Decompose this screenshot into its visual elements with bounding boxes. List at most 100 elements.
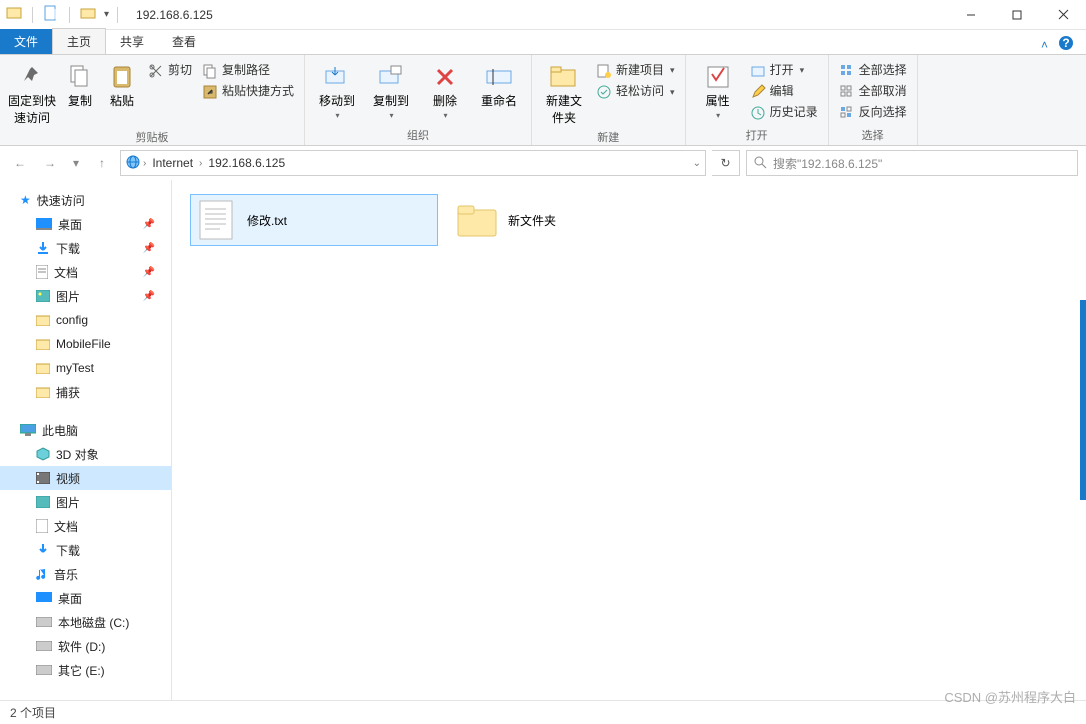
copy-button[interactable]: 复制: [62, 59, 98, 110]
invert-button[interactable]: 反向选择: [837, 103, 909, 122]
group-open-label: 打开: [694, 125, 820, 143]
recent-dropdown[interactable]: ▾: [68, 151, 84, 175]
pictures-icon: [36, 496, 50, 508]
ribbon: 固定到快速访问 复制 粘贴 剪切 复制路径 粘贴快捷方式 剪贴板: [0, 54, 1086, 146]
sidebar-3dobjects[interactable]: 3D 对象: [0, 442, 171, 466]
folder-icon: [456, 199, 498, 241]
pasteshortcut-button[interactable]: 粘贴快捷方式: [200, 82, 296, 101]
delete-button[interactable]: 删除▾: [421, 59, 469, 121]
sidebar-pictures[interactable]: 图片📌: [0, 284, 171, 308]
sidebar-disk-e[interactable]: 其它 (E:): [0, 658, 171, 682]
drive-icon: [36, 617, 52, 627]
sidebar-disk-c[interactable]: 本地磁盘 (C:): [0, 610, 171, 634]
search-input[interactable]: 搜索"192.168.6.125": [746, 150, 1078, 176]
pin-to-quick-button[interactable]: 固定到快速访问: [8, 59, 56, 127]
edit-icon: [750, 84, 766, 100]
help-icon[interactable]: ?: [1058, 35, 1074, 54]
sidebar-documents2[interactable]: 文档: [0, 514, 171, 538]
open-icon: [750, 63, 766, 79]
paste-icon: [109, 64, 135, 90]
document-icon: [36, 265, 48, 279]
copy-icon: [67, 64, 93, 90]
file-item-txt[interactable]: 修改.txt: [190, 194, 438, 246]
file-item-folder[interactable]: 新文件夹: [452, 194, 700, 246]
newitem-icon: [596, 63, 612, 79]
pin-icon: 📌: [143, 219, 155, 230]
sidebar-mobilefile[interactable]: MobileFile: [0, 332, 171, 356]
star-icon: ★: [20, 193, 31, 207]
music-icon: [36, 567, 48, 581]
edit-button[interactable]: 编辑: [748, 82, 820, 101]
moveto-button[interactable]: 移动到▾: [313, 59, 361, 121]
rename-label: 重命名: [481, 93, 517, 110]
copyto-button[interactable]: 复制到▾: [367, 59, 415, 121]
sidebar-capture[interactable]: 捕获: [0, 380, 171, 404]
navigation-pane[interactable]: ★快速访问 桌面📌 下载📌 文档📌 图片📌 config MobileFile …: [0, 180, 172, 700]
refresh-button[interactable]: ↻: [712, 150, 740, 176]
properties-button[interactable]: 属性▾: [694, 59, 742, 121]
copyto-label: 复制到: [373, 93, 409, 110]
ribbon-tabs: 文件 主页 共享 查看 ˄ ?: [0, 30, 1086, 54]
tab-view[interactable]: 查看: [158, 29, 210, 54]
sidebar-desktop2[interactable]: 桌面: [0, 586, 171, 610]
tab-home[interactable]: 主页: [52, 28, 106, 54]
sidebar-videos[interactable]: 视频: [0, 466, 171, 490]
title-bar: ▾ 192.168.6.125: [0, 0, 1086, 30]
address-dropdown-icon[interactable]: ⌄: [693, 158, 701, 169]
selectnone-button[interactable]: 全部取消: [837, 82, 909, 101]
qat-sep2: [69, 7, 70, 23]
copypath-button[interactable]: 复制路径: [200, 61, 296, 80]
group-organize-label: 组织: [313, 125, 523, 143]
address-bar[interactable]: › Internet › 192.168.6.125 ⌄: [120, 150, 706, 176]
window-title: 192.168.6.125: [136, 8, 213, 22]
tab-file[interactable]: 文件: [0, 29, 52, 54]
invert-icon: [839, 105, 855, 121]
maximize-button[interactable]: [994, 0, 1040, 30]
history-button[interactable]: 历史记录: [748, 103, 820, 122]
app-icon: [6, 5, 22, 24]
folder-icon: [36, 314, 50, 326]
newitem-button[interactable]: 新建项目▾: [594, 61, 677, 80]
sidebar-downloads2[interactable]: 下载: [0, 538, 171, 562]
close-button[interactable]: [1040, 0, 1086, 30]
crumb-ip[interactable]: 192.168.6.125: [204, 154, 289, 172]
qat-newfolder-icon[interactable]: [80, 5, 96, 24]
sidebar-downloads[interactable]: 下载📌: [0, 236, 171, 260]
chevron-icon[interactable]: ›: [199, 158, 202, 169]
minimize-button[interactable]: [948, 0, 994, 30]
sidebar-desktop[interactable]: 桌面📌: [0, 212, 171, 236]
rename-icon: [485, 67, 513, 87]
selectall-button[interactable]: 全部选择: [837, 61, 909, 80]
crumb-internet[interactable]: Internet: [148, 154, 197, 172]
sidebar-documents[interactable]: 文档📌: [0, 260, 171, 284]
document-icon: [36, 519, 48, 533]
collapse-ribbon-icon[interactable]: ˄: [1041, 38, 1048, 52]
sidebar-music[interactable]: 音乐: [0, 562, 171, 586]
chevron-icon[interactable]: ›: [143, 158, 146, 169]
sidebar-quick-access[interactable]: ★快速访问: [0, 188, 171, 212]
desktop-icon: [36, 592, 52, 604]
pc-icon: [20, 424, 36, 436]
open-button[interactable]: 打开▾: [748, 61, 820, 80]
rename-button[interactable]: 重命名: [475, 59, 523, 110]
sidebar-thispc[interactable]: 此电脑: [0, 418, 171, 442]
paste-button[interactable]: 粘贴: [104, 59, 140, 110]
sidebar-config[interactable]: config: [0, 308, 171, 332]
qat-properties-icon[interactable]: [43, 5, 59, 24]
newfolder-button[interactable]: 新建文件夹: [540, 59, 588, 127]
tab-share[interactable]: 共享: [106, 29, 158, 54]
easyaccess-button[interactable]: 轻松访问▾: [594, 82, 677, 101]
address-bar-row: ← → ▾ ↑ › Internet › 192.168.6.125 ⌄ ↻ 搜…: [0, 146, 1086, 180]
back-button[interactable]: ←: [8, 151, 32, 175]
drive-icon: [36, 665, 52, 675]
sidebar-pictures2[interactable]: 图片: [0, 490, 171, 514]
forward-button[interactable]: →: [38, 151, 62, 175]
file-list[interactable]: 修改.txt 新文件夹: [172, 180, 1086, 700]
copy-label: 复制: [68, 93, 92, 110]
sidebar-mytest[interactable]: myTest: [0, 356, 171, 380]
qat-dropdown-icon[interactable]: ▾: [104, 9, 109, 20]
status-bar: 2 个项目: [0, 700, 1086, 724]
cut-button[interactable]: 剪切: [146, 61, 194, 80]
up-button[interactable]: ↑: [90, 151, 114, 175]
sidebar-disk-d[interactable]: 软件 (D:): [0, 634, 171, 658]
